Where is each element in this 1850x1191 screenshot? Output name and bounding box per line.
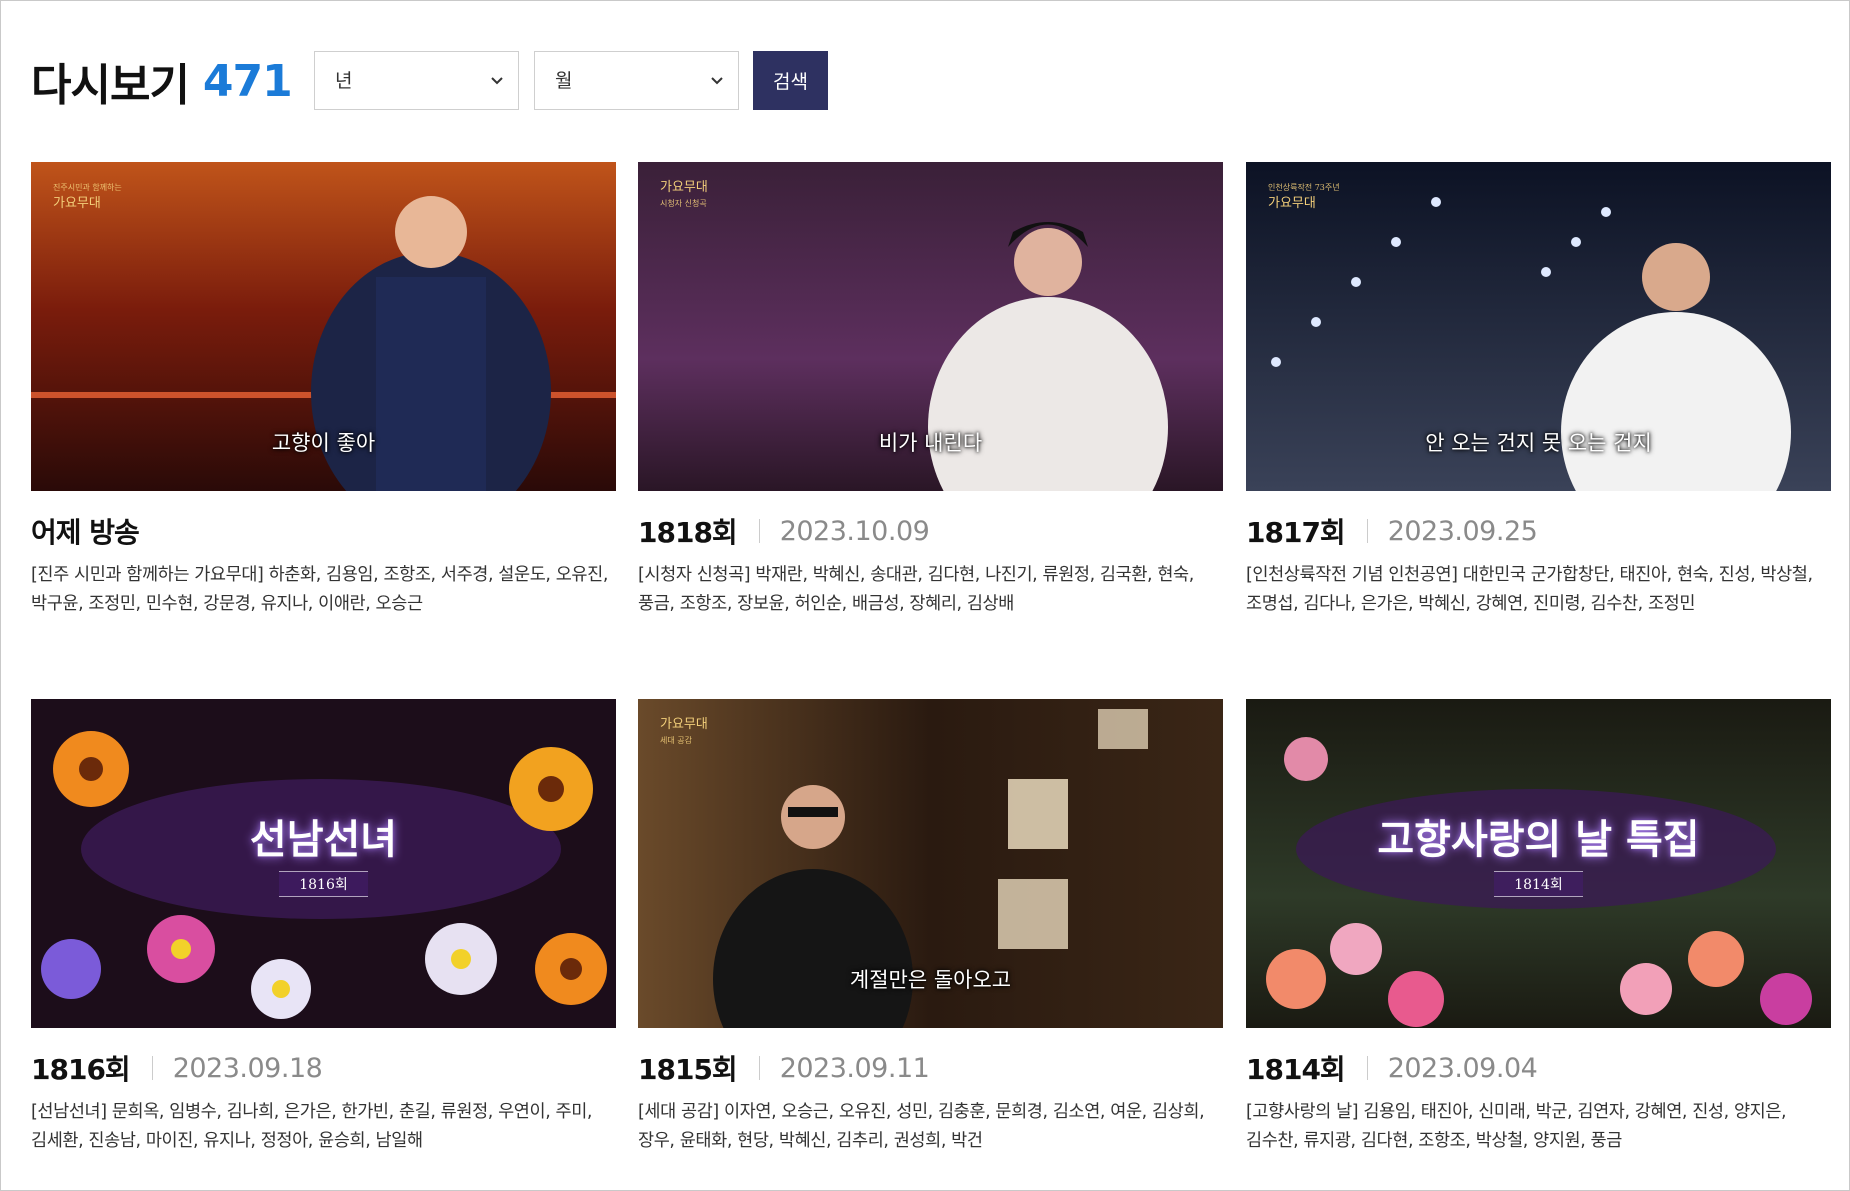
month-select-value: 월 [555,70,573,92]
episode-thumbnail[interactable]: 진주시민과 함께하는 가요무대 고향이 좋아 [31,162,616,491]
thumbnail-caption: 고향이 좋아 [271,431,376,455]
episode-description[interactable]: [선남선녀] 문희옥, 임병수, 김나희, 은가은, 한가빈, 춘길, 류원정,… [31,1098,616,1156]
episode-label[interactable]: 1814회 [1246,1048,1346,1088]
chevron-down-icon [491,77,503,85]
episode-meta: 1814회 2023.09.04 [1246,1048,1831,1088]
episode-title-card: 고향사랑의 날 특집 1814회 [1246,807,1831,897]
episode-date: 2023.09.18 [172,1052,323,1084]
search-button[interactable]: 검색 [753,51,828,110]
meta-divider [1366,1056,1368,1080]
episode-date: 2023.09.11 [779,1052,930,1084]
episode-description[interactable]: [진주 시민과 함께하는 가요무대] 하춘화, 김용임, 조항조, 서주경, 설… [31,561,616,619]
episode-card[interactable]: 가요무대 세대 공감 계절만은 돌아오고 1815회 2023.09.11 [세대… [638,699,1223,1156]
episode-card[interactable]: 선남선녀 1816회 1816회 2023.09.18 [선남선녀] 문희옥, … [31,699,616,1156]
episode-date: 2023.09.04 [1387,1052,1538,1084]
episode-thumbnail[interactable]: 가요무대 시청자 신청곡 비가 내린다 [638,162,1223,491]
episode-thumbnail[interactable]: 가요무대 세대 공감 계절만은 돌아오고 [638,699,1223,1028]
month-select[interactable]: 월 [534,51,739,110]
episode-description[interactable]: [인천상륙작전 기념 인천공연] 대한민국 군가합창단, 태진아, 현숙, 진성… [1246,561,1831,619]
episode-card[interactable]: 가요무대 시청자 신청곡 비가 내린다 1818회 2023.10.09 [시청자… [638,162,1223,619]
episode-description[interactable]: [시청자 신청곡] 박재란, 박혜신, 송대관, 김다현, 나진기, 류원정, … [638,561,1223,619]
episode-meta: 1818회 2023.10.09 [638,511,1223,551]
meta-divider [758,1056,760,1080]
episode-date: 2023.10.09 [779,515,930,547]
episode-thumbnail[interactable]: 선남선녀 1816회 [31,699,616,1028]
thumbnail-caption: 비가 내린다 [878,431,983,455]
episode-meta: 어제 방송 [31,511,616,551]
meta-divider [758,519,760,543]
episode-meta: 1817회 2023.09.25 [1246,511,1831,551]
meta-divider [151,1056,153,1080]
episode-date: 2023.09.25 [1387,515,1538,547]
episode-thumbnail[interactable]: 고향사랑의 날 특집 1814회 [1246,699,1831,1028]
episode-card[interactable]: 고향사랑의 날 특집 1814회 1814회 2023.09.04 [고향사랑의… [1246,699,1831,1156]
page-title: 다시보기 [31,60,190,111]
year-select-value: 년 [335,70,353,92]
episode-thumbnail[interactable]: 인천상륙작전 73주년 가요무대 안 오는 건지 못 오는 건지 [1246,162,1831,491]
program-logo: 인천상륙작전 73주년 가요무대 [1268,183,1340,211]
episode-card[interactable]: 인천상륙작전 73주년 가요무대 안 오는 건지 못 오는 건지 1817회 20… [1246,162,1831,619]
page-header: 다시보기 471 [31,51,293,112]
episode-meta: 1816회 2023.09.18 [31,1048,616,1088]
episode-description[interactable]: [고향사랑의 날] 김용임, 태진아, 신미래, 박군, 김연자, 강혜연, 진… [1246,1098,1831,1156]
total-count: 471 [202,55,293,107]
episode-description[interactable]: [세대 공감] 이자연, 오승근, 오유진, 성민, 김충훈, 문희경, 김소연… [638,1098,1223,1156]
episode-meta: 1815회 2023.09.11 [638,1048,1223,1088]
episode-title-card: 선남선녀 1816회 [31,807,616,897]
episode-label[interactable]: 1817회 [1246,511,1346,551]
episode-card[interactable]: 진주시민과 함께하는 가요무대 고향이 좋아 어제 방송 [진주 시민과 함께하는… [31,162,616,619]
episode-label[interactable]: 1816회 [31,1048,131,1088]
chevron-down-icon [711,77,723,85]
program-logo: 진주시민과 함께하는 가요무대 [53,183,122,211]
episode-label[interactable]: 1818회 [638,511,738,551]
thumbnail-caption: 계절만은 돌아오고 [849,968,1012,992]
page-frame: 다시보기 471 년 월 검색 진주시민과 함께하는 가요무대 고향이 좋아 어… [0,0,1850,1191]
episode-label[interactable]: 어제 방송 [31,511,140,551]
meta-divider [1366,519,1368,543]
program-logo: 가요무대 시청자 신청곡 [660,180,708,208]
episode-label[interactable]: 1815회 [638,1048,738,1088]
thumbnail-caption: 안 오는 건지 못 오는 건지 [1425,431,1652,455]
program-logo: 가요무대 세대 공감 [660,717,708,745]
year-select[interactable]: 년 [314,51,519,110]
